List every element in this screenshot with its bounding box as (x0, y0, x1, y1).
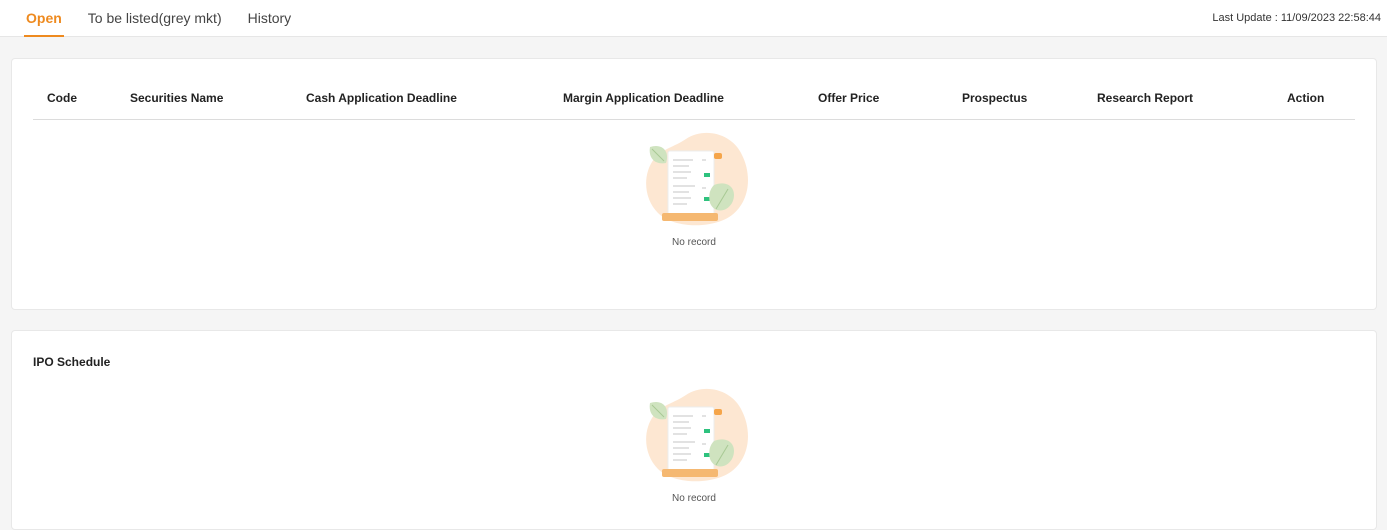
last-update-text: Last Update : 11/09/2023 22:58:44 (1212, 12, 1381, 24)
empty-document-icon (646, 388, 748, 482)
tab-history[interactable]: History (248, 0, 292, 37)
col-cash-application-deadline: Cash Application Deadline (306, 91, 457, 105)
tab-to-be-listed[interactable]: To be listed(grey mkt) (88, 0, 222, 37)
table-header: Code Securities Name Cash Application De… (33, 59, 1355, 120)
empty-state-text: No record (672, 493, 716, 504)
section-title: IPO Schedule (33, 355, 111, 369)
open-table-empty-state: No record (12, 129, 1376, 248)
empty-document-icon (646, 132, 748, 226)
col-offer-price: Offer Price (818, 91, 880, 105)
col-securities-name: Securities Name (130, 91, 224, 105)
col-prospectus: Prospectus (962, 91, 1028, 105)
col-margin-application-deadline: Margin Application Deadline (563, 91, 724, 105)
empty-state-text: No record (672, 237, 716, 248)
open-ipo-card: Code Securities Name Cash Application De… (11, 58, 1377, 310)
top-tab-bar: Open To be listed(grey mkt) History Last… (0, 0, 1387, 37)
tab-list: Open To be listed(grey mkt) History (24, 0, 317, 37)
col-action: Action (1287, 91, 1325, 105)
tab-open[interactable]: Open (24, 0, 64, 37)
col-research-report: Research Report (1097, 91, 1194, 105)
col-code: Code (47, 91, 77, 105)
ipo-schedule-card: IPO Schedule No record (11, 330, 1377, 530)
ipo-schedule-empty-state: No record (12, 385, 1376, 504)
